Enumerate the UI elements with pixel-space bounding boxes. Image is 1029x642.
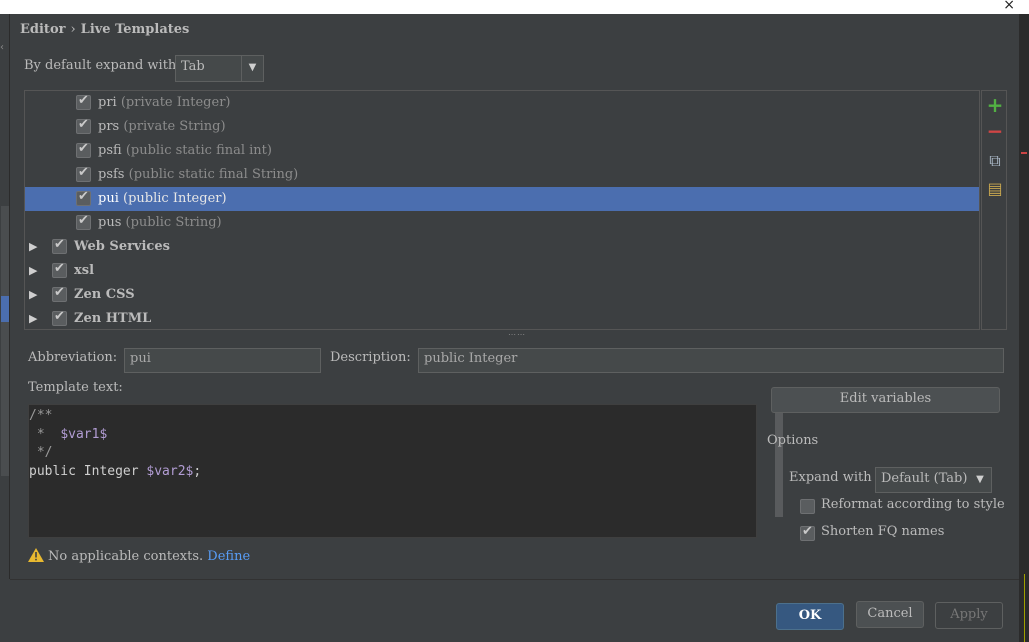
ok-button[interactable]: OK bbox=[776, 603, 844, 630]
breadcrumb: Editor › Live Templates bbox=[20, 22, 189, 37]
no-contexts-warning: No applicable contexts. Define bbox=[28, 546, 250, 564]
checkbox-pri[interactable] bbox=[76, 93, 91, 110]
description-label: Description: bbox=[330, 350, 411, 365]
group-name: Zen CSS bbox=[74, 287, 135, 302]
tree-row-psfs[interactable]: psfs (public static final String) bbox=[25, 163, 979, 187]
template-desc: (public String) bbox=[125, 215, 222, 230]
cancel-button[interactable]: Cancel bbox=[856, 601, 924, 628]
tree-group-zen-html[interactable]: ▶ Zen HTML bbox=[25, 307, 979, 329]
shorten-fq-checkbox[interactable] bbox=[800, 524, 815, 541]
template-text-editor[interactable]: /** * $var1$ */ public Integer $var2$; bbox=[28, 404, 783, 538]
reformat-label[interactable]: Reformat according to style bbox=[821, 497, 1005, 512]
add-icon[interactable]: + bbox=[985, 95, 1005, 115]
description-field[interactable]: public Integer bbox=[418, 348, 1004, 373]
error-stripe-mark bbox=[1021, 152, 1027, 154]
expand-arrow-icon[interactable]: ▶ bbox=[29, 288, 37, 301]
expand-arrow-icon[interactable]: ▶ bbox=[29, 312, 37, 325]
define-link[interactable]: Define bbox=[207, 549, 250, 564]
checkbox-psfi[interactable] bbox=[76, 141, 91, 158]
code-line: /** bbox=[29, 408, 53, 423]
breadcrumb-editor: Editor bbox=[20, 22, 66, 37]
code-variable: $var1$ bbox=[60, 426, 108, 442]
chevron-down-icon: ▼ bbox=[976, 474, 984, 485]
tree-row-pui[interactable]: pui (public Integer) bbox=[25, 187, 979, 211]
footer-divider bbox=[10, 579, 1019, 580]
tree-group-web-services[interactable]: ▶ Web Services bbox=[25, 235, 979, 259]
expand-with-dropdown[interactable]: Default (Tab) ▼ bbox=[875, 467, 992, 493]
window-titlebar: × bbox=[0, 0, 1029, 14]
checkbox-psfs[interactable] bbox=[76, 165, 91, 182]
expand-arrow-icon[interactable]: ▶ bbox=[29, 240, 37, 253]
scrollbar-thumb[interactable] bbox=[1, 296, 9, 322]
template-abbr: pui bbox=[98, 191, 119, 206]
tree-row-prs[interactable]: prs (private String) bbox=[25, 115, 979, 139]
group-name: Web Services bbox=[74, 239, 170, 254]
edit-icon[interactable]: ▤ bbox=[985, 179, 1005, 199]
checkbox-prs[interactable] bbox=[76, 117, 91, 134]
chevron-down-icon: ▼ bbox=[241, 56, 263, 81]
tree-row-pri[interactable]: pri (private Integer) bbox=[25, 91, 979, 115]
options-title: Options bbox=[767, 433, 819, 448]
code-line: */ bbox=[29, 445, 53, 460]
tree-group-zen-css[interactable]: ▶ Zen CSS bbox=[25, 283, 979, 307]
template-desc: (public static final int) bbox=[125, 143, 272, 158]
tree-row-pus[interactable]: pus (public String) bbox=[25, 211, 979, 235]
warning-icon bbox=[28, 548, 44, 562]
shorten-fq-label[interactable]: Shorten FQ names bbox=[821, 524, 944, 539]
abbreviation-field[interactable]: pui bbox=[124, 348, 321, 373]
group-name: xsl bbox=[74, 263, 95, 278]
template-desc: (private Integer) bbox=[120, 95, 231, 110]
template-desc: (private String) bbox=[123, 119, 226, 134]
splitter-handle[interactable]: ⋯⋯ bbox=[508, 330, 526, 339]
template-abbr: pus bbox=[98, 215, 122, 230]
collapse-arrow-icon[interactable]: ‹ bbox=[0, 42, 4, 53]
warning-text: No applicable contexts. bbox=[48, 549, 204, 564]
scrollbar-track bbox=[1, 206, 9, 476]
checkbox-web-services[interactable] bbox=[52, 237, 67, 254]
abbreviation-label: Abbreviation: bbox=[28, 350, 118, 365]
checkbox-xsl[interactable] bbox=[52, 261, 67, 278]
expand-with-label: Expand with bbox=[789, 470, 872, 485]
expand-default-dropdown[interactable]: Tab ▼ bbox=[175, 55, 264, 82]
template-desc: (public Integer) bbox=[123, 191, 227, 206]
tree-group-xsl[interactable]: ▶ xsl bbox=[25, 259, 979, 283]
group-name: Zen HTML bbox=[74, 311, 152, 326]
template-abbr: psfi bbox=[98, 143, 122, 158]
tree-row-psfi[interactable]: psfi (public static final int) bbox=[25, 139, 979, 163]
close-icon[interactable]: × bbox=[1003, 0, 1015, 13]
templates-tree[interactable]: pri (private Integer) prs (private Strin… bbox=[24, 90, 980, 330]
expand-with-value: Default (Tab) bbox=[881, 471, 968, 486]
expand-default-label: By default expand with bbox=[24, 58, 177, 73]
edit-variables-button[interactable]: Edit variables bbox=[771, 387, 1000, 413]
remove-icon[interactable]: − bbox=[985, 121, 1005, 141]
template-abbr: prs bbox=[98, 119, 120, 134]
template-abbr: psfs bbox=[98, 167, 125, 182]
code-variable: $var2$ bbox=[146, 463, 194, 479]
template-toolbar: + − ⧉ ▤ bbox=[981, 90, 1007, 330]
expand-default-value: Tab bbox=[181, 59, 205, 74]
background-editor-edge bbox=[1019, 14, 1029, 642]
template-desc: (public static final String) bbox=[128, 167, 299, 182]
template-abbr: pri bbox=[98, 95, 117, 110]
reformat-checkbox[interactable] bbox=[800, 499, 815, 514]
expand-arrow-icon[interactable]: ▶ bbox=[29, 264, 37, 277]
apply-button[interactable]: Apply bbox=[935, 602, 1003, 629]
checkbox-zen-html[interactable] bbox=[52, 309, 67, 326]
breadcrumb-separator: › bbox=[70, 22, 76, 37]
editor-scrollbar-thumb[interactable] bbox=[775, 407, 783, 517]
settings-tree-scrollbar[interactable]: ‹ bbox=[0, 14, 10, 579]
copy-icon[interactable]: ⧉ bbox=[985, 151, 1005, 171]
breadcrumb-live-templates: Live Templates bbox=[80, 22, 190, 37]
margin-line bbox=[1024, 574, 1025, 642]
checkbox-zen-css[interactable] bbox=[52, 285, 67, 302]
template-text-label: Template text: bbox=[28, 380, 123, 395]
checkbox-pus[interactable] bbox=[76, 213, 91, 230]
checkbox-pui[interactable] bbox=[76, 189, 91, 206]
